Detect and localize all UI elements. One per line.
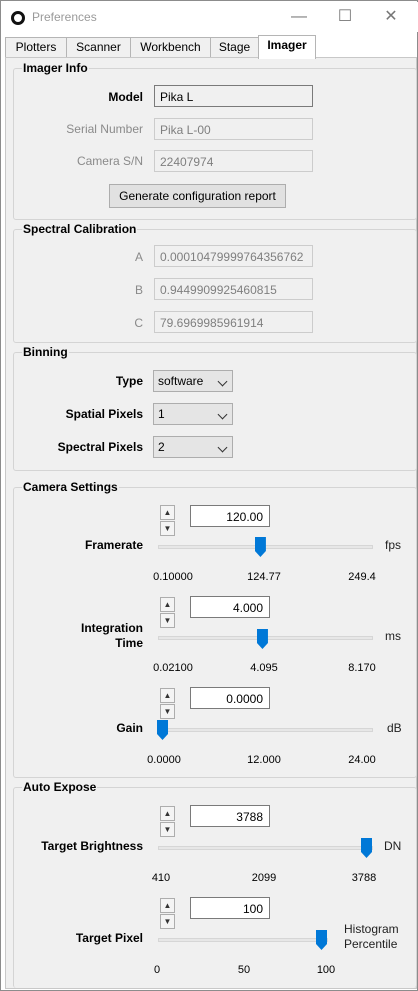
brightness-input[interactable]: 3788 bbox=[190, 805, 270, 827]
coef-c-label: C bbox=[134, 316, 143, 330]
brightness-down-button[interactable]: ▼ bbox=[160, 822, 175, 837]
framerate-min-tick: 0.10000 bbox=[153, 571, 193, 583]
coef-b-field: 0.9449909925460815 bbox=[154, 278, 313, 300]
imager-tab-panel: Imager Info Model Pika L Serial Number P… bbox=[5, 57, 417, 989]
binning-title: Binning bbox=[22, 345, 69, 359]
tab-strip: Plotters Scanner Workbench Stage Imager bbox=[5, 35, 415, 59]
camera-settings-title: Camera Settings bbox=[22, 480, 119, 494]
framerate-input[interactable]: 120.00 bbox=[190, 505, 270, 527]
app-icon bbox=[11, 11, 25, 25]
tab-scanner[interactable]: Scanner bbox=[66, 37, 131, 58]
spectral-calibration-title: Spectral Calibration bbox=[22, 222, 138, 236]
framerate-mid-tick: 124.77 bbox=[247, 571, 281, 583]
spectral-pixels-dropdown[interactable]: 2 bbox=[153, 436, 233, 458]
target-pixel-max-tick: 100 bbox=[316, 964, 336, 976]
target-brightness-label: Target Brightness bbox=[41, 839, 143, 853]
target-pixel-unit-line2: Percentile bbox=[344, 937, 398, 951]
gain-slider-track[interactable] bbox=[158, 728, 373, 732]
integration-label-line2: Time bbox=[115, 636, 143, 650]
title-bar: Preferences — ☐ ✕ bbox=[2, 2, 418, 32]
target-pixel-mid-tick: 50 bbox=[237, 964, 251, 976]
chevron-down-icon bbox=[217, 442, 228, 453]
serial-number-field: Pika L-00 bbox=[154, 118, 313, 140]
framerate-unit: fps bbox=[385, 538, 402, 552]
brightness-unit: DN bbox=[384, 839, 402, 853]
target-pixel-input[interactable]: 100 bbox=[190, 897, 270, 919]
generate-report-button[interactable]: Generate configuration report bbox=[109, 184, 286, 208]
integration-unit: ms bbox=[385, 629, 401, 643]
auto-expose-title: Auto Expose bbox=[22, 780, 98, 794]
target-pixel-slider-track[interactable] bbox=[158, 938, 328, 942]
spatial-pixels-dropdown[interactable]: 1 bbox=[153, 403, 233, 425]
gain-unit: dB bbox=[387, 721, 402, 735]
integration-max-tick: 8.170 bbox=[348, 662, 376, 674]
tab-plotters[interactable]: Plotters bbox=[5, 37, 67, 58]
spectral-pixels-label: Spectral Pixels bbox=[57, 440, 143, 454]
framerate-up-button[interactable]: ▲ bbox=[160, 505, 175, 520]
maximize-button[interactable]: ☐ bbox=[322, 3, 368, 31]
camera-sn-label: Camera S/N bbox=[76, 154, 143, 168]
binning-type-dropdown[interactable]: software bbox=[153, 370, 233, 392]
coef-b-label: B bbox=[134, 283, 143, 297]
integration-min-tick: 0.02100 bbox=[153, 662, 193, 674]
serial-number-label: Serial Number bbox=[66, 122, 143, 136]
window-title: Preferences bbox=[32, 10, 97, 24]
spatial-pixels-value: 1 bbox=[158, 407, 165, 421]
integration-up-button[interactable]: ▲ bbox=[160, 597, 175, 612]
target-pixel-label: Target Pixel bbox=[75, 931, 143, 945]
gain-mid-tick: 12.000 bbox=[247, 754, 281, 766]
integration-down-button[interactable]: ▼ bbox=[160, 613, 175, 628]
model-field[interactable]: Pika L bbox=[154, 85, 313, 107]
target-pixel-up-button[interactable]: ▲ bbox=[160, 898, 175, 913]
target-pixel-down-button[interactable]: ▼ bbox=[160, 914, 175, 929]
gain-label: Gain bbox=[116, 721, 143, 735]
close-button[interactable]: ✕ bbox=[368, 3, 414, 31]
gain-up-button[interactable]: ▲ bbox=[160, 688, 175, 703]
spectral-pixels-value: 2 bbox=[158, 440, 165, 454]
brightness-slider-track[interactable] bbox=[158, 846, 373, 850]
binning-type-label: Type bbox=[115, 374, 143, 388]
coef-a-label: A bbox=[134, 250, 143, 264]
target-pixel-min-tick: 0 bbox=[153, 964, 161, 976]
tab-workbench[interactable]: Workbench bbox=[130, 37, 211, 58]
binning-type-value: software bbox=[158, 374, 204, 388]
model-label: Model bbox=[108, 90, 143, 104]
imager-info-title: Imager Info bbox=[22, 61, 89, 75]
brightness-max-tick: 3788 bbox=[351, 872, 377, 884]
minimize-button[interactable]: — bbox=[276, 3, 322, 31]
gain-max-tick: 24.00 bbox=[348, 754, 376, 766]
integration-mid-tick: 4.095 bbox=[250, 662, 278, 674]
integration-label-line1: Integration bbox=[81, 621, 143, 635]
integration-input[interactable]: 4.000 bbox=[190, 596, 270, 618]
preferences-window: Preferences — ☐ ✕ Plotters Scanner Workb… bbox=[0, 0, 418, 991]
brightness-min-tick: 410 bbox=[151, 872, 171, 884]
gain-min-tick: 0.0000 bbox=[147, 754, 181, 766]
tab-imager[interactable]: Imager bbox=[258, 35, 316, 59]
chevron-down-icon bbox=[217, 409, 228, 420]
target-pixel-unit-line1: Histogram bbox=[344, 922, 399, 936]
spatial-pixels-label: Spatial Pixels bbox=[65, 407, 143, 421]
tab-stage[interactable]: Stage bbox=[210, 37, 259, 58]
framerate-label: Framerate bbox=[84, 538, 143, 552]
coef-a-field: 0.00010479999764356762 bbox=[154, 245, 313, 267]
brightness-mid-tick: 2099 bbox=[251, 872, 277, 884]
coef-c-field: 79.6969985961914 bbox=[154, 311, 313, 333]
brightness-up-button[interactable]: ▲ bbox=[160, 806, 175, 821]
camera-sn-field: 22407974 bbox=[154, 150, 313, 172]
chevron-down-icon bbox=[217, 376, 228, 387]
framerate-down-button[interactable]: ▼ bbox=[160, 521, 175, 536]
gain-down-button[interactable]: ▼ bbox=[160, 704, 175, 719]
framerate-max-tick: 249.4 bbox=[348, 571, 376, 583]
gain-input[interactable]: 0.0000 bbox=[190, 687, 270, 709]
